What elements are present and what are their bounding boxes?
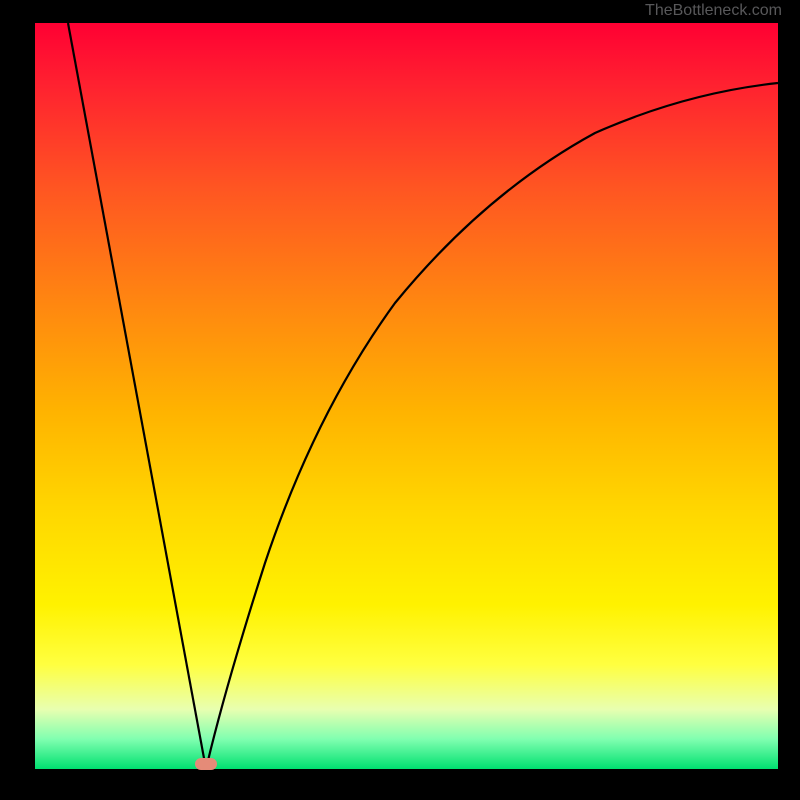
curve-right-branch	[206, 83, 778, 769]
chart-frame: TheBottleneck.com	[0, 0, 800, 800]
optimum-marker	[195, 758, 217, 770]
bottleneck-curve	[35, 23, 778, 769]
curve-left-branch	[68, 23, 206, 769]
attribution-text: TheBottleneck.com	[645, 2, 782, 20]
